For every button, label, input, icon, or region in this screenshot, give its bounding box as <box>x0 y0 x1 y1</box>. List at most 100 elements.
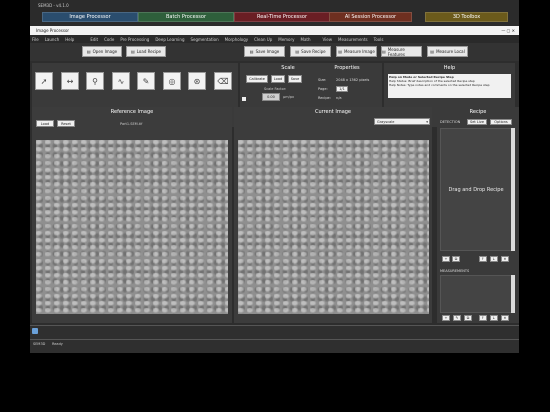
scale-checkbox[interactable] <box>242 97 246 101</box>
current-mode-select[interactable]: Grayscale ▾ <box>374 118 430 125</box>
scale-unit: µm/px <box>283 95 295 99</box>
main-toolbar: ▤ Open Image ▤ Load Recipe ▤ Save Image ▤ Sa… <box>30 43 519 61</box>
window-titlebar: Image Processor — ▢ ✕ <box>30 26 519 35</box>
measure-local-button[interactable]: ▤ Measure Local <box>427 46 468 57</box>
recipe-add-button[interactable]: + <box>442 256 450 262</box>
detection-label: DETECTION <box>440 120 461 124</box>
module-image-processor[interactable]: Image Processor <box>42 12 138 22</box>
module-real-time-processor[interactable]: Real-Time Processor <box>234 12 330 22</box>
open-image-button[interactable]: ▤ Open Image <box>82 46 122 57</box>
wave-icon[interactable]: ∿ <box>112 72 130 90</box>
measure-up-button[interactable]: ↑ <box>479 315 487 321</box>
measure-delete-button[interactable]: ✕ <box>501 315 509 321</box>
calibrate-button[interactable]: Calibrate <box>246 75 268 83</box>
reference-image[interactable] <box>36 140 228 314</box>
menu-file[interactable]: File <box>32 37 39 42</box>
window-controls[interactable]: — ▢ ✕ <box>501 28 515 33</box>
measurements-list[interactable] <box>440 275 512 313</box>
menu-tools[interactable]: Tools <box>374 37 384 42</box>
menu-edit[interactable]: Edit <box>90 37 98 42</box>
menu-code[interactable]: Code <box>104 37 114 42</box>
menu-pre-processing[interactable]: Pre Processing <box>120 37 149 42</box>
scale-save-button[interactable]: Save <box>288 75 302 83</box>
scale-factor-input[interactable]: 0.00 <box>262 93 280 101</box>
zoom-icon[interactable]: ⚲ <box>86 72 104 90</box>
save-image-button[interactable]: ▤ Save Image <box>244 46 285 57</box>
eraser-icon[interactable]: ⌫ <box>214 72 232 90</box>
features-icon: ▤ <box>382 49 386 54</box>
load-recipe-button[interactable]: ▤ Load Recipe <box>126 46 166 57</box>
menu-view[interactable]: View <box>323 37 333 42</box>
measurements-label: MEASUREMENTS <box>440 269 470 273</box>
folder-icon: ▤ <box>86 49 91 54</box>
recipe-scrollbar[interactable] <box>511 128 515 251</box>
menu-memory[interactable]: Memory <box>278 37 294 42</box>
menu-deep-learning[interactable]: Deep Learning <box>155 37 184 42</box>
pen-icon[interactable]: ✎ <box>137 72 155 90</box>
menu-morphology[interactable]: Morphology <box>225 37 249 42</box>
menu-math[interactable]: Math <box>301 37 311 42</box>
line-measure-icon[interactable]: ↔ <box>61 72 79 90</box>
menu-launch[interactable]: Launch <box>45 37 59 42</box>
status-text: Ready <box>52 342 63 346</box>
properties-title: Properties <box>334 65 360 71</box>
pointer-icon[interactable]: ➚ <box>35 72 53 90</box>
recipe-label: Recipe: <box>318 96 331 100</box>
reference-filename: Part1.SEM.tif <box>120 122 143 126</box>
reference-load-button[interactable]: Load <box>36 120 54 127</box>
page-label: Page: <box>318 87 328 91</box>
measure-features-button[interactable]: ▤ Measure Features <box>381 46 422 57</box>
current-panel: Current Image Grayscale ▾ <box>234 107 432 323</box>
app-logo-icon <box>32 328 38 334</box>
recipe-title: Recipe <box>469 109 487 115</box>
recipe-up-button[interactable]: ↑ <box>479 256 487 262</box>
measure-add-button[interactable]: + <box>442 315 450 321</box>
measure-icon: ▤ <box>338 49 342 54</box>
measure-edit-button[interactable]: ✎ <box>453 315 461 321</box>
current-image[interactable] <box>238 140 429 314</box>
module-ai-session-processor[interactable]: AI Session Processor <box>329 12 412 22</box>
chevron-down-icon: ▾ <box>426 119 428 124</box>
recipe-tab-set-live[interactable]: Set Live <box>467 119 487 125</box>
status-label: SEM3D <box>33 342 46 346</box>
module-3d-toolbox[interactable]: 3D Toolbox <box>425 12 508 22</box>
app-title: SEM3D - v4.1.0 <box>38 3 69 8</box>
measure-image-button[interactable]: ▤ Measure Image <box>336 46 377 57</box>
size-value: 2048 x 1362 pixels <box>336 78 370 82</box>
page-value[interactable]: 1/1 <box>336 86 348 92</box>
top-launcher-bar: SEM3D - v4.1.0 Image Processor Batch Pro… <box>30 0 519 26</box>
measurements-scrollbar[interactable] <box>511 275 515 313</box>
save-recipe-icon: ▤ <box>295 49 300 54</box>
recipe-tab-options[interactable]: Options <box>490 119 512 125</box>
help-notes: Help Notes: Type notes and comments on t… <box>389 83 490 87</box>
recipe-down-button[interactable]: ↓ <box>490 256 498 262</box>
menu-measurements[interactable]: Measurements <box>338 37 368 42</box>
help-text-box: Help on Mode or Selected Recipe Step Hel… <box>388 74 511 98</box>
status-divider <box>30 339 519 340</box>
menu-segmentation[interactable]: Segmentation <box>191 37 219 42</box>
save-recipe-button[interactable]: ▤ Save Recipe <box>290 46 331 57</box>
status-area: SEM3D Ready <box>30 325 519 353</box>
measure-copy-button[interactable]: ⧉ <box>464 315 472 321</box>
recipe-drop-zone[interactable]: Drag and Drop Recipe <box>440 128 512 251</box>
recipe-icon: ▤ <box>130 49 135 54</box>
recipe-copy-button[interactable]: ⧉ <box>452 256 460 262</box>
recipe-delete-button[interactable]: ✕ <box>501 256 509 262</box>
menu-clean-up[interactable]: Clean Up <box>254 37 272 42</box>
region-icon[interactable]: ⊛ <box>188 72 206 90</box>
scale-load-button[interactable]: Load <box>271 75 285 83</box>
reference-reset-button[interactable]: Reset <box>57 120 75 127</box>
menu-bar: File Launch Help Edit Code Pre Processin… <box>30 35 519 43</box>
module-batch-processor[interactable]: Batch Processor <box>138 12 234 22</box>
recipe-panel: Recipe DETECTION Set Live Options Drag a… <box>437 107 519 323</box>
measure-down-button[interactable]: ↓ <box>490 315 498 321</box>
blob-icon[interactable]: ◎ <box>163 72 181 90</box>
save-icon: ▤ <box>249 49 254 54</box>
current-title: Current Image <box>314 109 352 115</box>
size-label: Size: <box>318 78 327 82</box>
menu-help[interactable]: Help <box>65 37 74 42</box>
reference-panel: Reference Image Load Reset Part1.SEM.tif <box>32 107 232 323</box>
recipe-value: n/a <box>336 96 342 100</box>
scale-factor-label: Scale Factor: <box>264 87 287 91</box>
help-title: Help <box>443 65 456 71</box>
